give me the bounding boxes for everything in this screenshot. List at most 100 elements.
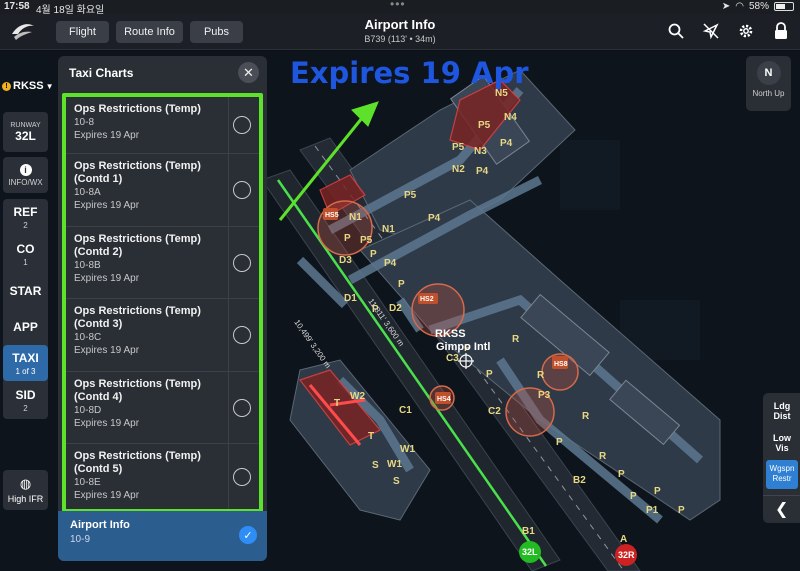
aircraft-subtitle: B739 (113' • 34m) xyxy=(364,34,436,44)
chevron-left-icon[interactable]: ❮ xyxy=(775,499,788,519)
chart-name: Ops Restrictions (Temp) (Contd 3) xyxy=(74,305,201,330)
taxiway-label: P xyxy=(630,491,637,502)
taxiway-label: P5 xyxy=(360,235,373,246)
battery-percent: 58% xyxy=(748,1,769,12)
sidebar-item-label: REF xyxy=(13,204,38,219)
radio-button[interactable] xyxy=(233,116,251,134)
search-icon[interactable] xyxy=(665,20,687,42)
tab-pubs[interactable]: Pubs xyxy=(190,21,243,43)
radio-button[interactable] xyxy=(233,181,251,199)
info-wx-button[interactable]: i INFO/WX xyxy=(3,157,48,193)
location-icon: ➤ xyxy=(721,1,731,12)
runway-value: 32L xyxy=(15,128,36,143)
airport-id-label: RKSS xyxy=(435,328,466,340)
status-bar: 17:58 4월 18일 화요일 ••• ➤ ◠ 58% xyxy=(0,0,800,16)
top-nav: Flight Route Info Pubs Airport Info B739… xyxy=(0,14,800,50)
chart-item[interactable]: Ops Restrictions (Temp) 10-8 Expires 19 … xyxy=(66,97,259,154)
status-right: ➤ ◠ 58% xyxy=(722,1,794,12)
radio-button[interactable] xyxy=(233,326,251,344)
taxiway-label: P5 xyxy=(452,142,465,153)
chart-name: Ops Restrictions (Temp) (Contd 1) xyxy=(74,160,201,185)
chart-expiry: Expires 19 Apr xyxy=(74,490,140,501)
taxiway-label: P xyxy=(618,469,625,480)
chart-name: Ops Restrictions (Temp) (Contd 4) xyxy=(74,378,201,403)
checkmark-icon[interactable]: ✓ xyxy=(239,526,257,544)
sidebar-item-count: 2 xyxy=(23,403,28,413)
chart-item[interactable]: Ops Restrictions (Temp) (Contd 5) 10-8E … xyxy=(66,444,259,509)
taxiway-label: P3 xyxy=(538,390,551,401)
caret-down-icon: ▼ xyxy=(45,81,54,91)
chart-name: Airport Info xyxy=(70,519,130,531)
taxiway-label: D3 xyxy=(339,255,352,266)
taxiway-label: P xyxy=(556,437,563,448)
app-logo[interactable] xyxy=(10,20,36,42)
sidebar-item-label: TAXI xyxy=(12,350,39,365)
title-block: Airport Info B739 (113' • 34m) xyxy=(300,17,500,44)
north-up-button[interactable]: N North Up xyxy=(746,56,791,111)
page-title: Airport Info xyxy=(364,17,436,32)
taxiway-label: P xyxy=(398,279,405,290)
runway-end-label: 32R xyxy=(618,550,635,560)
airport-name-label: Gimpo Intl xyxy=(436,341,490,353)
sidebar-item-count: 1 xyxy=(23,257,28,267)
taxiway-label: C3 xyxy=(446,353,459,364)
chart-code: 10-8A xyxy=(74,187,101,198)
taxiway-label: T xyxy=(334,398,340,409)
chart-code: 10-9 xyxy=(70,534,91,545)
chart-item[interactable]: Ops Restrictions (Temp) (Contd 1) 10-8A … xyxy=(66,154,259,227)
sidebar-item-ref[interactable]: REF 2 xyxy=(3,199,48,235)
chart-name: Ops Restrictions (Temp) (Contd 2) xyxy=(74,233,201,258)
sidebar-item-star[interactable]: STAR xyxy=(3,273,48,309)
sidebar-item-taxi[interactable]: TAXI 1 of 3 xyxy=(3,345,48,381)
tab-flight[interactable]: Flight xyxy=(56,21,109,43)
runway-selector[interactable]: RUNWAY 32L xyxy=(3,112,48,152)
runway-label: RUNWAY xyxy=(10,121,41,129)
low-vis-button[interactable]: Low Vis xyxy=(766,433,798,453)
no-tracking-icon[interactable] xyxy=(700,20,722,42)
battery-icon xyxy=(774,2,794,11)
sidebar-item-co[interactable]: CO 1 xyxy=(3,236,48,272)
chart-item[interactable]: Ops Restrictions (Temp) (Contd 2) 10-8B … xyxy=(66,227,259,299)
airport-code: RKSS xyxy=(13,80,44,92)
taxiway-label: C2 xyxy=(488,406,501,417)
close-icon[interactable]: ✕ xyxy=(238,62,259,83)
taxiway-label: P5 xyxy=(478,120,491,131)
sidebar-item-label: CO xyxy=(16,241,35,256)
tab-route-info[interactable]: Route Info xyxy=(116,21,183,43)
taxiway-label: N4 xyxy=(504,112,517,123)
chart-item[interactable]: Ops Restrictions (Temp) (Contd 3) 10-8C … xyxy=(66,299,259,372)
taxiway-label: P4 xyxy=(476,166,489,177)
taxi-charts-panel: Taxi Charts ✕ Ops Restrictions (Temp) 10… xyxy=(58,56,267,561)
chart-item[interactable]: Ops Restrictions (Temp) (Contd 4) 10-8D … xyxy=(66,372,259,444)
taxiway-label: P xyxy=(344,233,351,244)
chart-expiry: Expires 19 Apr xyxy=(74,130,140,141)
sidebar-item-count: 2 xyxy=(23,220,28,230)
ldg-dist-button[interactable]: Ldg Dist xyxy=(766,401,798,421)
taxiway-label: C1 xyxy=(399,405,412,416)
chart-code: 10-8C xyxy=(74,332,102,343)
radio-button[interactable] xyxy=(233,253,251,272)
high-ifr-button[interactable]: ◍ High IFR xyxy=(3,470,48,510)
taxiway-label: W1 xyxy=(400,444,415,455)
taxiway-label: S xyxy=(393,476,400,487)
chart-name: Ops Restrictions (Temp) (Contd 5) xyxy=(74,450,201,475)
hotspot-label: HS5 xyxy=(325,212,339,219)
radio-button[interactable] xyxy=(233,398,251,417)
runway-end-label: 32L xyxy=(522,547,538,557)
chart-item-selected[interactable]: Airport Info 10-9 ✓ xyxy=(58,511,267,561)
sidebar-item-label: SID xyxy=(15,387,36,402)
sidebar-item-label: STAR xyxy=(9,284,42,298)
multitask-dots[interactable]: ••• xyxy=(390,0,406,11)
taxiway-label: S xyxy=(372,460,379,471)
taxiway-label: P1 xyxy=(646,505,659,516)
sidebar-item-app[interactable]: APP xyxy=(3,310,48,344)
airport-selector[interactable]: ! RKSS ▼ xyxy=(2,80,53,92)
taxiway-label: P xyxy=(654,486,661,497)
north-up-label: North Up xyxy=(752,89,785,98)
sidebar-item-sid[interactable]: SID 2 xyxy=(3,382,48,418)
lock-icon[interactable] xyxy=(770,20,792,42)
radio-button[interactable] xyxy=(233,467,251,486)
chart-expiry: Expires 19 Apr xyxy=(74,200,140,211)
gear-icon[interactable] xyxy=(735,20,757,42)
wingspan-restriction-button[interactable]: Wgspn Restr xyxy=(766,460,798,489)
